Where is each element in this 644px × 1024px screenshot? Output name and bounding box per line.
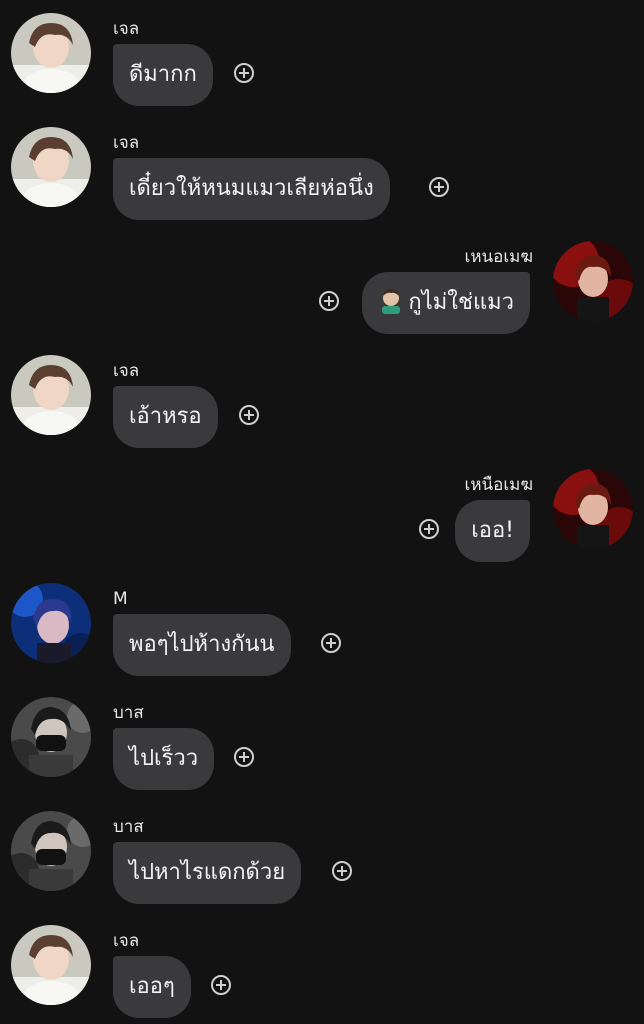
message-row: เจล เอ้าหรอ xyxy=(0,342,644,452)
message-bubble[interactable]: เดี๋ยวให้หนมแมวเลียห่อนึ่ง xyxy=(113,158,390,220)
jel-avatar xyxy=(11,127,91,207)
message-bubble[interactable]: ไปเร็วว xyxy=(113,728,215,790)
sender-name: บาส xyxy=(113,817,144,837)
add-reaction-icon[interactable] xyxy=(234,747,254,767)
add-reaction-icon[interactable] xyxy=(234,63,254,83)
bas-avatar xyxy=(11,697,91,777)
jel-avatar xyxy=(11,925,91,1005)
message-row: เหนือเมฆ เออ! xyxy=(0,456,644,566)
avatar[interactable] xyxy=(553,241,633,321)
message-bubble[interactable]: เออๆ xyxy=(113,956,191,1018)
sender-name: เจล xyxy=(113,19,140,39)
sender-name: M xyxy=(113,589,128,609)
sender-name: เจล xyxy=(113,931,140,951)
m-avatar xyxy=(11,583,91,663)
message-bubble[interactable]: เออ! xyxy=(455,500,530,562)
sender-name: เหนือเมฆ xyxy=(464,475,533,495)
avatar[interactable] xyxy=(553,469,633,549)
message-row: เจล เดี๋ยวให้หนมแมวเลียห่อนึ่ง xyxy=(0,114,644,224)
add-reaction-icon[interactable] xyxy=(239,405,259,425)
add-reaction-icon[interactable] xyxy=(429,177,449,197)
add-reaction-icon[interactable] xyxy=(321,633,341,653)
jel-avatar xyxy=(11,355,91,435)
message-bubble[interactable]: พอๆไปห้างกันน xyxy=(113,614,291,676)
message-bubble[interactable]: ไปหาไรแดกด้วย xyxy=(113,842,302,904)
message-row: เจล ดีมากก xyxy=(0,0,644,110)
message-row: เหนอเมฆ กูไม่ใช่แมว xyxy=(0,228,644,338)
nuea-mek-avatar xyxy=(553,241,633,321)
chat-thread[interactable]: เจล ดีมากก เจล เดี๋ยวให้หนมแมวเลียห่อนึ่… xyxy=(0,0,644,1024)
sender-name: เจล xyxy=(113,361,140,381)
avatar[interactable] xyxy=(11,811,91,891)
avatar[interactable] xyxy=(11,13,91,93)
add-reaction-icon[interactable] xyxy=(419,519,439,539)
facepalm-emoji-icon xyxy=(382,289,401,314)
add-reaction-icon[interactable] xyxy=(319,291,339,311)
message-row: M พอๆไปห้างกันน xyxy=(0,570,644,680)
sender-name: เหนอเมฆ xyxy=(464,247,533,267)
add-reaction-icon[interactable] xyxy=(211,975,231,995)
avatar[interactable] xyxy=(11,355,91,435)
jel-avatar xyxy=(11,13,91,93)
message-bubble[interactable]: ดีมากก xyxy=(113,44,213,106)
add-reaction-icon[interactable] xyxy=(332,861,352,881)
sender-name: เจล xyxy=(113,133,140,153)
message-bubble[interactable]: เอ้าหรอ xyxy=(113,386,218,448)
avatar[interactable] xyxy=(11,697,91,777)
message-row: บาส ไปเร็วว xyxy=(0,684,644,794)
nuea-mek-avatar xyxy=(553,469,633,549)
message-row: เจล เออๆ xyxy=(0,912,644,1022)
bas-avatar xyxy=(11,811,91,891)
message-text: กูไม่ใช่แมว xyxy=(408,290,514,315)
avatar[interactable] xyxy=(11,127,91,207)
avatar[interactable] xyxy=(11,925,91,1005)
sender-name: บาส xyxy=(113,703,144,723)
message-bubble[interactable]: กูไม่ใช่แมว xyxy=(362,272,530,334)
avatar[interactable] xyxy=(11,583,91,663)
message-row: บาส ไปหาไรแดกด้วย xyxy=(0,798,644,908)
